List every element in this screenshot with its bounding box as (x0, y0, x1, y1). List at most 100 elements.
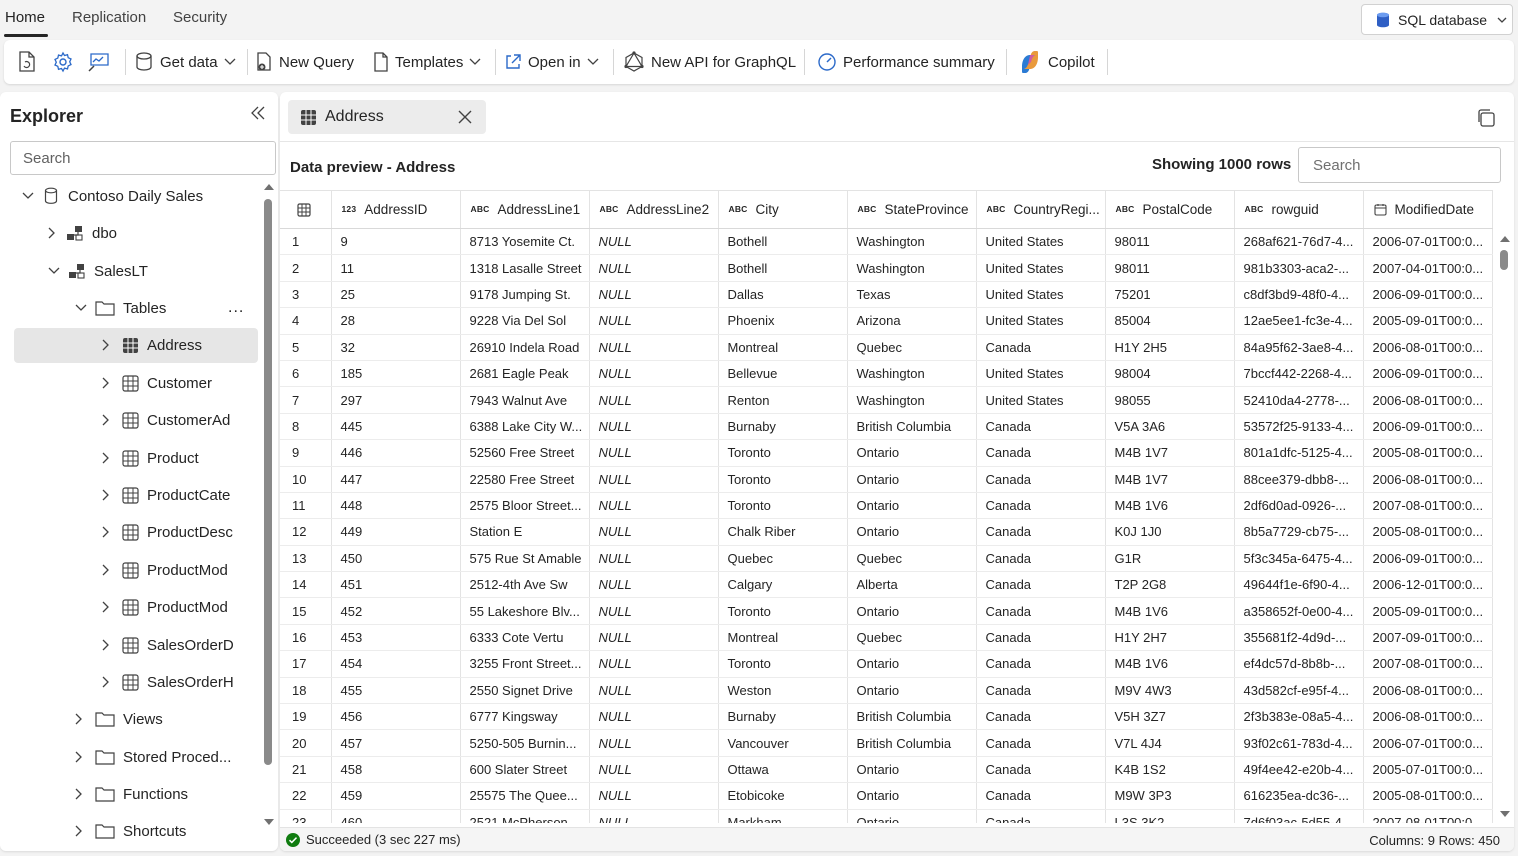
table-cell[interactable]: 9 (331, 228, 461, 256)
column-header[interactable]: ABC rowguid (1234, 190, 1364, 229)
column-header[interactable]: ABC AddressLine1 (460, 190, 590, 229)
table-cell[interactable]: a358652f-0e00-4... (1234, 597, 1364, 625)
table-cell[interactable]: Renton (718, 386, 848, 414)
table-cell[interactable]: Ontario (847, 492, 977, 520)
table-cell[interactable]: 2006-09-01T00:0... (1363, 413, 1493, 441)
table-cell[interactable]: Quebec (718, 545, 848, 573)
table-cell[interactable]: Toronto (718, 439, 848, 467)
table-cell[interactable]: NULL (589, 650, 719, 678)
table-cell[interactable]: Texas (847, 281, 977, 309)
table-cell[interactable]: 2007-04-01T00:0... (1363, 254, 1493, 282)
tree-item-table[interactable]: Product (102, 441, 199, 475)
table-cell[interactable]: Ontario (847, 782, 977, 810)
table-cell[interactable]: Quebec (847, 334, 977, 361)
table-cell[interactable]: 52560 Free Street (460, 439, 590, 467)
table-cell[interactable]: 7bccf442-2268-4... (1234, 360, 1364, 388)
table-cell[interactable]: 451 (331, 571, 461, 599)
row-number[interactable]: 9 (280, 439, 332, 467)
table-cell[interactable]: 2006-07-01T00:0... (1363, 228, 1493, 256)
row-number[interactable]: 18 (280, 677, 332, 705)
row-number[interactable]: 23 (280, 809, 332, 823)
tree-item-tables-folder[interactable]: Tables (75, 291, 166, 325)
table-cell[interactable]: Ontario (847, 518, 977, 546)
table-row[interactable]: 23 460 2521 McPherson... NULL Markham Ontario… (280, 809, 1493, 823)
tree-item-table[interactable]: CustomerAd (102, 403, 230, 437)
tree-item-shortcuts-folder[interactable]: Shortcuts (75, 814, 186, 848)
table-row[interactable]: 10 447 22580 Free Street NULL Toronto Ontario… (280, 466, 1493, 493)
tree-item-table[interactable]: ProductCate (102, 478, 230, 512)
table-cell[interactable]: 2006-08-01T00:0... (1363, 334, 1493, 361)
table-cell[interactable]: 801a1dfc-5125-4... (1234, 439, 1364, 467)
table-cell[interactable]: M9W 3P3 (1105, 782, 1235, 810)
table-cell[interactable]: 2006-08-01T00:0... (1363, 677, 1493, 705)
new-file-button[interactable] (17, 40, 37, 84)
table-row[interactable]: 9 446 52560 Free Street NULL Toronto Ontario C… (280, 439, 1493, 467)
tree-item-table-address[interactable]: Address (102, 328, 202, 362)
performance-summary-button[interactable]: Performance summary (817, 40, 995, 84)
row-number[interactable]: 10 (280, 466, 332, 493)
table-row[interactable]: 16 453 6333 Cote Vertu NULL Montreal Quebec Ca… (280, 624, 1493, 652)
table-row[interactable]: 7 297 7943 Walnut Ave NULL Renton Washington U… (280, 386, 1493, 414)
table-cell[interactable]: NULL (589, 334, 719, 361)
table-cell[interactable]: Canada (976, 756, 1106, 784)
table-cell[interactable]: British Columbia (847, 729, 977, 757)
table-cell[interactable]: Ontario (847, 439, 977, 467)
table-cell[interactable]: Weston (718, 677, 848, 705)
table-cell[interactable]: NULL (589, 677, 719, 705)
table-cell[interactable]: 8713 Yosemite Ct. (460, 228, 590, 256)
table-cell[interactable]: 2006-08-01T00:0... (1363, 466, 1493, 493)
table-cell[interactable]: Canada (976, 466, 1106, 493)
table-row[interactable]: 19 456 6777 Kingsway NULL Burnaby British Col… (280, 703, 1493, 731)
row-number[interactable]: 17 (280, 650, 332, 678)
table-cell[interactable]: NULL (589, 307, 719, 335)
table-cell[interactable]: M9V 4W3 (1105, 677, 1235, 705)
table-cell[interactable]: 2007-08-01T00:0... (1363, 809, 1493, 823)
table-cell[interactable]: NULL (589, 466, 719, 493)
table-cell[interactable]: 53572f25-9133-4... (1234, 413, 1364, 441)
table-cell[interactable]: 43d582cf-e95f-4... (1234, 677, 1364, 705)
table-cell[interactable]: NULL (589, 492, 719, 520)
table-row[interactable]: 11 448 2575 Bloor Street... NULL Toronto Onta… (280, 492, 1493, 520)
scroll-up-arrow[interactable] (264, 183, 274, 191)
table-cell[interactable]: 8b5a7729-cb75-... (1234, 518, 1364, 546)
table-cell[interactable]: 98011 (1105, 254, 1235, 282)
table-cell[interactable]: Ontario (847, 677, 977, 705)
row-number[interactable]: 12 (280, 518, 332, 546)
tree-item-functions-folder[interactable]: Functions (75, 777, 188, 811)
tree-item-table[interactable]: ProductMod (102, 590, 228, 624)
table-cell[interactable]: 452 (331, 597, 461, 625)
table-cell[interactable]: 2007-09-01T00:0... (1363, 624, 1493, 652)
table-cell[interactable]: M4B 1V6 (1105, 650, 1235, 678)
table-cell[interactable]: 25575 The Quee... (460, 782, 590, 810)
grid-search-input[interactable] (1298, 147, 1501, 183)
tree-item-table[interactable]: SalesOrderH (102, 665, 234, 699)
table-row[interactable]: 20 457 5250-505 Burnin... NULL Vancouver Brit… (280, 729, 1493, 757)
table-cell[interactable]: NULL (589, 360, 719, 388)
table-cell[interactable]: 6777 Kingsway (460, 703, 590, 731)
table-row[interactable]: 14 451 2512-4th Ave Sw NULL Calgary Alberta Ca… (280, 571, 1493, 599)
table-cell[interactable]: 11 (331, 254, 461, 282)
more-options-button[interactable]: ... (228, 291, 244, 325)
table-row[interactable]: 2 11 1318 Lasalle Street NULL Bothell Washing… (280, 254, 1493, 282)
table-row[interactable]: 17 454 3255 Front Street... NULL Toronto Onta… (280, 650, 1493, 678)
table-cell[interactable]: Canada (976, 597, 1106, 625)
table-cell[interactable]: 2681 Eagle Peak (460, 360, 590, 388)
table-cell[interactable]: 2df6d0ad-0926-... (1234, 492, 1364, 520)
table-cell[interactable]: Burnaby (718, 413, 848, 441)
column-header[interactable]: 123 AddressID (331, 190, 461, 229)
table-cell[interactable]: 3255 Front Street... (460, 650, 590, 678)
tree-item-stored-procedures-folder[interactable]: Stored Proced... (75, 740, 231, 774)
table-cell[interactable]: Ottawa (718, 756, 848, 784)
table-cell[interactable]: Canada (976, 650, 1106, 678)
row-number[interactable]: 19 (280, 703, 332, 731)
table-cell[interactable]: 25 (331, 281, 461, 309)
table-cell[interactable]: 2006-07-01T00:0... (1363, 729, 1493, 757)
table-cell[interactable]: United States (976, 254, 1106, 282)
table-cell[interactable]: Toronto (718, 492, 848, 520)
table-cell[interactable]: Canada (976, 624, 1106, 652)
table-cell[interactable]: 2550 Signet Drive (460, 677, 590, 705)
table-row[interactable]: 21 458 600 Slater Street NULL Ottawa Ontario C… (280, 756, 1493, 784)
table-cell[interactable]: 445 (331, 413, 461, 441)
table-cell[interactable]: 1318 Lasalle Street (460, 254, 590, 282)
tree-item-table[interactable]: ProductDesc (102, 515, 233, 549)
